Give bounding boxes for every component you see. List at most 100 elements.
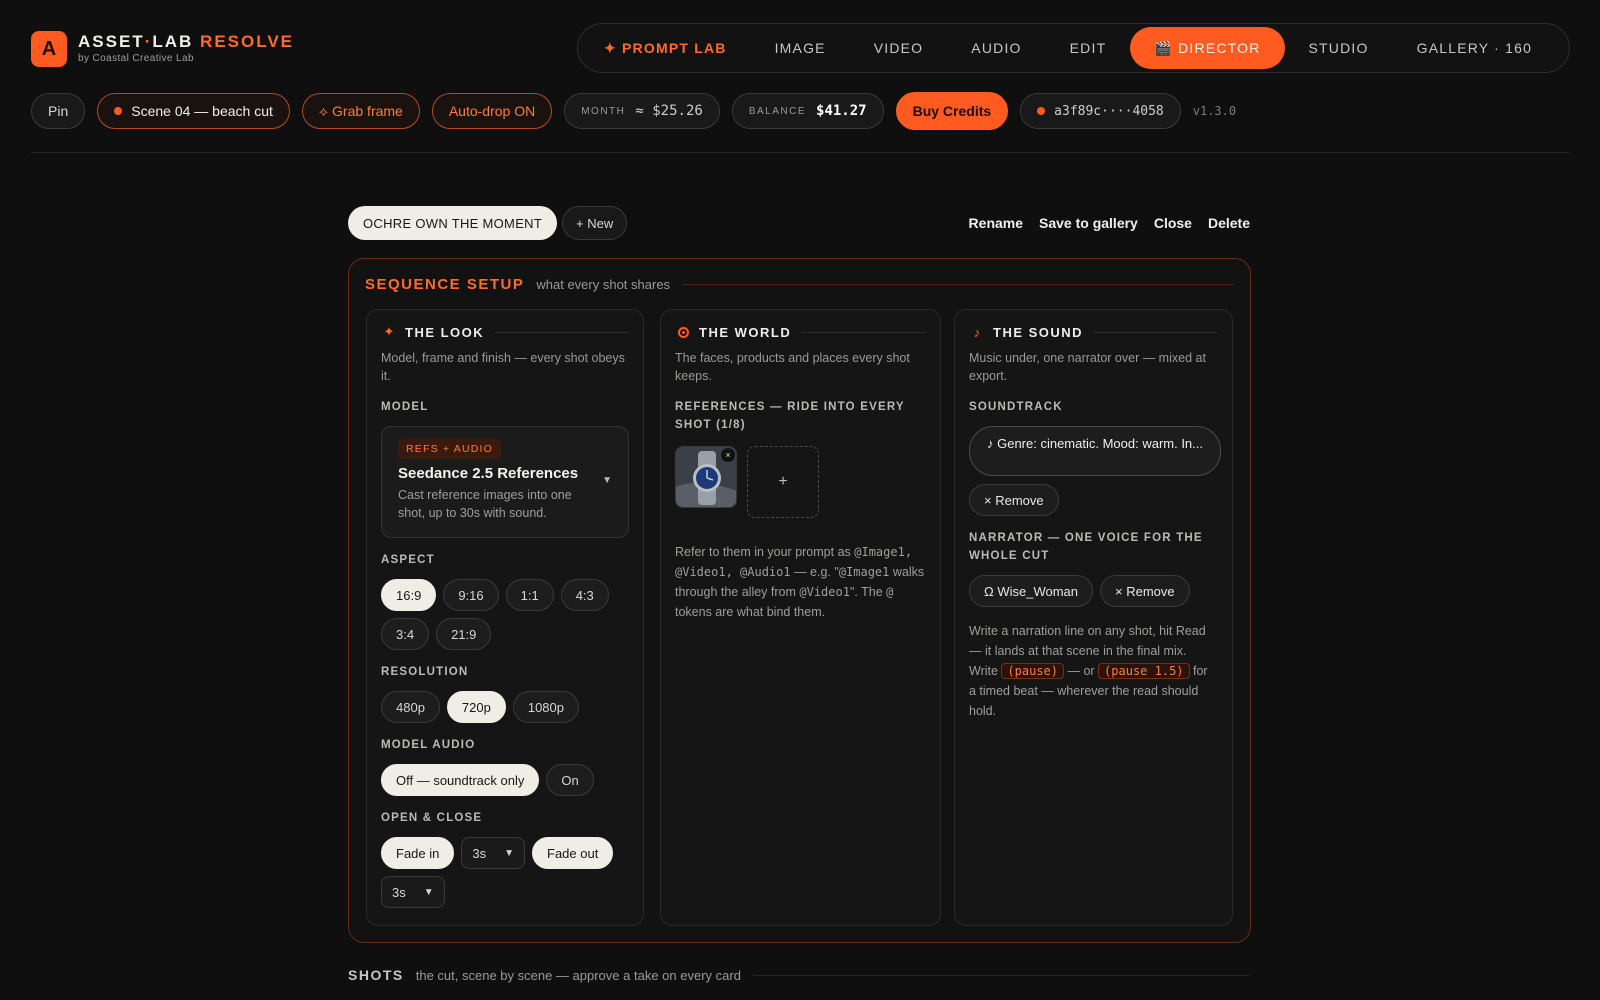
nav-edit[interactable]: EDIT bbox=[1046, 27, 1131, 69]
account-chip[interactable]: a3f89c····4058 bbox=[1020, 93, 1181, 129]
account-id: a3f89c····4058 bbox=[1054, 103, 1164, 119]
sequence-setup-panel: SEQUENCE SETUP what every shot shares ✦ T… bbox=[348, 258, 1251, 943]
balance-label: BALANCE bbox=[748, 105, 807, 117]
version-label: v1.3.0 bbox=[1192, 104, 1237, 118]
add-reference-button[interactable]: + bbox=[747, 446, 819, 518]
shots-header: SHOTS the cut, scene by scene — approve … bbox=[348, 967, 1250, 983]
audio-off-option[interactable]: Off — soundtrack only bbox=[381, 764, 540, 796]
new-project-button[interactable]: + New bbox=[562, 206, 628, 240]
look-description: Model, frame and finish — every shot obe… bbox=[381, 351, 625, 383]
aspect-3-4[interactable]: 3:4 bbox=[381, 618, 430, 650]
month-label: MONTH bbox=[581, 105, 626, 117]
month-value: ≈ $25.26 bbox=[635, 103, 703, 119]
app-subtitle: by Coastal Creative Lab bbox=[78, 53, 194, 64]
narrator-label: NARRATOR — ONE VOICE FOR THE WHOLE CUT bbox=[969, 532, 1203, 562]
project-actions: Rename Save to gallery Close Delete bbox=[969, 206, 1250, 240]
setup-divider bbox=[682, 284, 1234, 285]
model-description: Cast reference images into one shot, up … bbox=[398, 488, 572, 520]
rename-button[interactable]: Rename bbox=[969, 215, 1023, 231]
sound-title: THE SOUND bbox=[993, 324, 1084, 340]
project-row: OCHRE OWN THE MOMENT + New Rename Save t… bbox=[348, 206, 1250, 240]
aspect-9-16[interactable]: 9:16 bbox=[443, 579, 499, 611]
fade-in-duration-value: 3s bbox=[472, 845, 487, 861]
nav-image[interactable]: IMAGE bbox=[751, 27, 850, 69]
model-name: Seedance 2.5 References bbox=[398, 465, 579, 482]
scene-selector[interactable]: Scene 04 — beach cut bbox=[97, 93, 290, 129]
remove-reference-icon[interactable]: × bbox=[721, 448, 735, 462]
brand-name-part1: ASSET bbox=[78, 32, 145, 51]
shots-subtitle: the cut, scene by scene — approve a take… bbox=[415, 967, 741, 983]
narration-help: Write a narration line on any shot, hit … bbox=[969, 624, 1208, 718]
target-icon bbox=[675, 326, 691, 338]
close-button[interactable]: Close bbox=[1154, 215, 1192, 231]
audio-on-option[interactable]: On bbox=[546, 764, 594, 796]
balance: BALANCE $41.27 bbox=[731, 93, 884, 129]
aspect-label: ASPECT bbox=[381, 554, 435, 566]
chevron-down-icon: ▼ bbox=[602, 475, 612, 486]
buy-credits-button[interactable]: Buy Credits bbox=[895, 92, 1009, 130]
brand-accent: RESOLVE bbox=[200, 32, 295, 51]
project-title[interactable]: OCHRE OWN THE MOMENT bbox=[348, 206, 558, 240]
balance-value: $41.27 bbox=[816, 103, 867, 119]
look-column: ✦ THE LOOK Model, frame and finish — ever… bbox=[366, 309, 644, 926]
main-nav: ✦ PROMPT LAB IMAGE VIDEO AUDIO EDIT 🎬 DI… bbox=[577, 23, 1570, 73]
world-description: The faces, products and places every sho… bbox=[675, 351, 910, 383]
aspect-1-1[interactable]: 1:1 bbox=[505, 579, 554, 611]
chevron-down-icon: ▼ bbox=[504, 847, 515, 859]
references-label: REFERENCES — RIDE INTO EVERY SHOT (1/8) bbox=[675, 401, 905, 431]
scene-status-dot bbox=[114, 107, 123, 115]
look-title: THE LOOK bbox=[405, 324, 485, 340]
aspect-21-9[interactable]: 21:9 bbox=[436, 618, 492, 650]
fade-out-duration-value: 3s bbox=[392, 884, 406, 900]
nav-director[interactable]: 🎬 DIRECTOR bbox=[1130, 27, 1285, 69]
reference-list: × + bbox=[675, 446, 926, 518]
soundtrack-selector[interactable]: ♪ Genre: cinematic. Mood: warm. In... bbox=[969, 426, 1221, 476]
fade-in-duration-select[interactable]: 3s ▼ bbox=[461, 837, 526, 869]
delete-button[interactable]: Delete bbox=[1208, 215, 1250, 231]
resolution-720p[interactable]: 720p bbox=[446, 691, 506, 723]
pin-button[interactable]: Pin bbox=[31, 93, 86, 129]
scene-label: Scene 04 — beach cut bbox=[131, 103, 273, 119]
month-spend: MONTH ≈ $25.26 bbox=[564, 93, 720, 129]
fade-out-duration-select[interactable]: 3s ▼ bbox=[381, 876, 445, 908]
model-label: MODEL bbox=[381, 401, 429, 413]
nav-video[interactable]: VIDEO bbox=[850, 27, 948, 69]
shots-title: SHOTS bbox=[348, 967, 404, 983]
shots-divider bbox=[752, 974, 1250, 976]
music-note-icon: ♪ bbox=[973, 324, 981, 340]
aspect-options: 16:9 9:16 1:1 4:3 3:4 21:9 bbox=[381, 579, 629, 650]
save-to-gallery-button[interactable]: Save to gallery bbox=[1039, 215, 1138, 231]
world-title: THE WORLD bbox=[699, 324, 792, 340]
fade-options: Fade in 3s ▼ Fade out 3s ▼ bbox=[381, 837, 629, 908]
chevron-down-icon: ▼ bbox=[423, 886, 434, 898]
nav-studio[interactable]: STUDIO bbox=[1285, 27, 1393, 69]
aspect-16-9[interactable]: 16:9 bbox=[381, 579, 437, 611]
remove-soundtrack-button[interactable]: × Remove bbox=[969, 484, 1059, 516]
auto-drop-toggle[interactable]: Auto-drop ON bbox=[431, 93, 553, 129]
resolution-480p[interactable]: 480p bbox=[381, 691, 440, 723]
model-badge: REFS + AUDIO bbox=[398, 439, 502, 459]
narrator-voice-selector[interactable]: Ω Wise_Woman bbox=[969, 575, 1094, 607]
open-close-label: OPEN & CLOSE bbox=[381, 812, 483, 824]
grab-frame-button[interactable]: ⟡ Grab frame bbox=[301, 93, 420, 129]
nav-audio[interactable]: AUDIO bbox=[947, 27, 1045, 69]
setup-title: SEQUENCE SETUP bbox=[365, 276, 525, 293]
app-logo[interactable]: A bbox=[31, 31, 67, 67]
resolution-options: 480p 720p 1080p bbox=[381, 691, 629, 723]
setup-subtitle: what every shot shares bbox=[536, 277, 671, 292]
world-column: THE WORLD The faces, products and places… bbox=[660, 309, 941, 926]
nav-prompt-lab[interactable]: ✦ PROMPT LAB bbox=[584, 27, 751, 69]
app-title: ASSET·LAB RESOLVE bbox=[78, 32, 294, 52]
account-status-dot bbox=[1037, 107, 1046, 115]
nav-gallery[interactable]: GALLERY · 160 bbox=[1393, 27, 1556, 69]
remove-narrator-button[interactable]: × Remove bbox=[1100, 575, 1190, 607]
narrator-row: Ω Wise_Woman × Remove bbox=[969, 575, 1218, 607]
aspect-4-3[interactable]: 4:3 bbox=[560, 579, 609, 611]
resolution-1080p[interactable]: 1080p bbox=[512, 691, 579, 723]
fade-out-toggle[interactable]: Fade out bbox=[532, 837, 614, 869]
fade-in-toggle[interactable]: Fade in bbox=[381, 837, 455, 869]
references-help: Refer to them in your prompt as @Image1,… bbox=[675, 545, 925, 619]
model-selector[interactable]: REFS + AUDIO Seedance 2.5 References Cas… bbox=[381, 426, 629, 538]
reference-thumbnail[interactable]: × bbox=[675, 446, 737, 508]
model-audio-options: Off — soundtrack only On bbox=[381, 764, 629, 796]
